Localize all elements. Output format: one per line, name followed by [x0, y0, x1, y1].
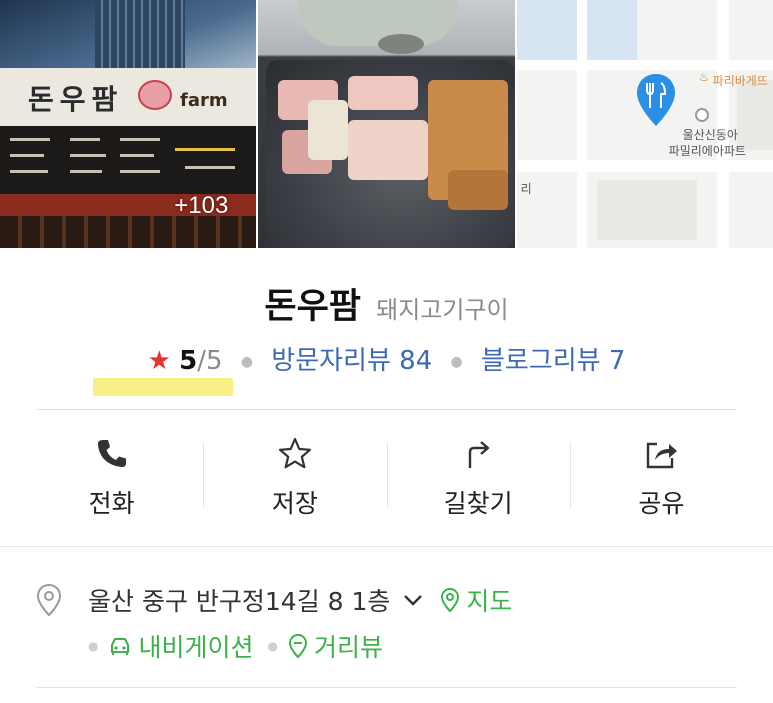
- pig-logo-icon: [138, 80, 172, 110]
- action-bar: 전화 저장 길찾기 공유: [20, 430, 753, 520]
- separator-dot: ●: [240, 353, 254, 370]
- rating-value: 5: [179, 346, 198, 376]
- separator-dot: ●: [450, 353, 463, 370]
- share-button[interactable]: 공유: [569, 430, 753, 520]
- call-button[interactable]: 전화: [20, 430, 203, 520]
- street-view-icon: [288, 633, 307, 659]
- place-name: 돈우팜: [264, 287, 362, 327]
- save-button[interactable]: 저장: [203, 430, 386, 520]
- map-pin-icon: [441, 587, 460, 613]
- directions-label: 길찾기: [443, 489, 513, 518]
- bakery-icon: ♨: [698, 70, 710, 84]
- street-view-label: 거리뷰: [313, 633, 383, 662]
- side-dish-bowl: [378, 34, 425, 54]
- car-icon: [111, 638, 130, 655]
- meat-slice: [348, 120, 429, 180]
- food-photo[interactable]: [258, 0, 515, 248]
- map-label-edge: 리: [520, 182, 532, 196]
- map-road: [516, 60, 773, 70]
- photo-strip: 돈우팜 farm +103 ♨ 파리바게뜨 울산신동아 파밀리에아파트 리: [0, 0, 773, 248]
- divider: [36, 409, 737, 410]
- map-label-apartment-1: 울산신동아: [682, 128, 738, 142]
- rating-highlight-mark: [93, 378, 233, 396]
- more-photos-count[interactable]: +103: [174, 192, 228, 220]
- map-label-apartment-2: 파밀리에아파트: [668, 144, 746, 158]
- store-sign-text: 돈우팜: [28, 83, 124, 116]
- location-pin-icon: [36, 583, 62, 617]
- map-block: [596, 180, 697, 240]
- meat-slice: [348, 76, 419, 110]
- apartment-poi-icon: [694, 108, 709, 122]
- map-block: [736, 80, 773, 150]
- rating-star-icon: ★: [147, 346, 171, 376]
- directions-button[interactable]: 길찾기: [386, 430, 570, 520]
- phone-icon: [97, 440, 126, 467]
- section-divider: [0, 546, 773, 547]
- rating-max: /5: [197, 346, 223, 376]
- map-road: [716, 0, 729, 248]
- star-outline-icon: [278, 437, 311, 469]
- share-icon: [647, 442, 678, 469]
- meat-slice: [448, 170, 509, 210]
- building-area: [95, 0, 185, 68]
- map-label-bakery: 파리바게뜨: [712, 74, 768, 88]
- title-row: 돈우팜 돼지고기구이: [0, 278, 773, 329]
- navigation-label: 내비게이션: [138, 633, 254, 662]
- separator-dot: ●: [88, 639, 99, 653]
- call-label: 전화: [88, 489, 135, 518]
- mushroom: [308, 100, 349, 160]
- diner-figure: [298, 0, 459, 46]
- place-category: 돼지고기구이: [376, 296, 509, 324]
- navigation-link[interactable]: 내비게이션: [108, 628, 254, 664]
- map-road: [516, 160, 773, 172]
- map-link-label: 지도: [466, 587, 513, 616]
- address-text: 울산 중구 반구정14길 8 1층: [88, 587, 391, 616]
- blog-reviews-link[interactable]: 블로그리뷰 7: [481, 346, 625, 376]
- stats-row: ★ 5/5 ● 방문자리뷰 84 ● 블로그리뷰 7: [0, 340, 773, 377]
- restaurant-pin-icon[interactable]: [635, 72, 677, 128]
- save-label: 저장: [271, 489, 318, 518]
- storefront-photo[interactable]: 돈우팜 farm +103: [0, 0, 257, 248]
- chevron-down-icon[interactable]: [402, 593, 424, 607]
- entrance: [0, 216, 257, 248]
- address-row: 울산 중구 반구정14길 8 1층 지도: [36, 582, 512, 618]
- navigation-row: ● 내비게이션 ● 거리뷰: [88, 628, 397, 664]
- map-road: [576, 0, 587, 248]
- map-link[interactable]: 지도: [440, 582, 512, 618]
- menu-board: [0, 126, 257, 194]
- divider: [36, 687, 737, 688]
- share-label: 공유: [638, 489, 685, 518]
- visitor-reviews-link[interactable]: 방문자리뷰 84: [271, 346, 432, 376]
- separator-dot: ●: [267, 639, 278, 653]
- directions-icon: [468, 441, 490, 468]
- store-sign-suffix: farm: [180, 90, 228, 111]
- street-view-link[interactable]: 거리뷰: [288, 628, 383, 664]
- mini-map[interactable]: ♨ 파리바게뜨 울산신동아 파밀리에아파트 리: [516, 0, 773, 248]
